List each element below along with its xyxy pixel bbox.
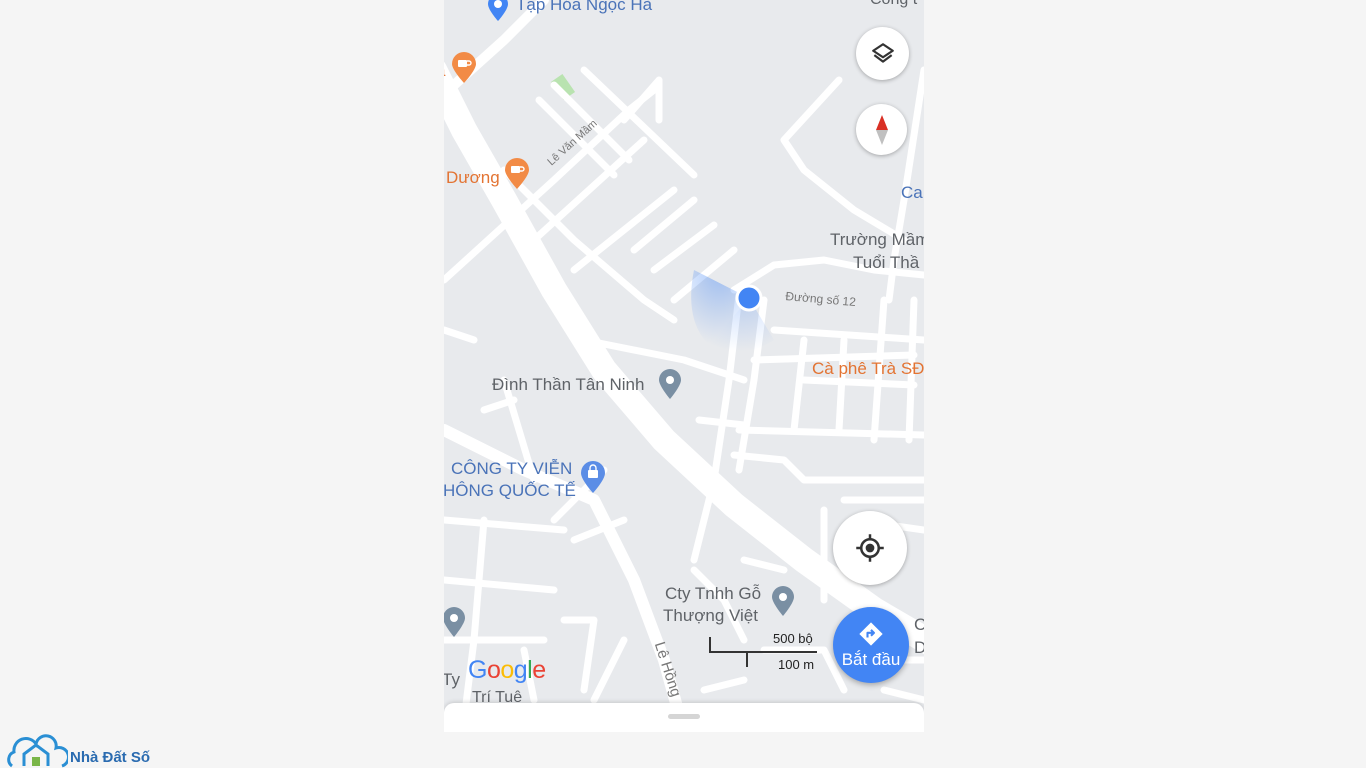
poi-label-cong-ty-vien-1[interactable]: CÔNG TY VIỄN xyxy=(451,460,572,477)
poi-label-orange-left[interactable]: a xyxy=(444,62,445,79)
compass-icon xyxy=(875,114,888,145)
shopping-pin-icon[interactable] xyxy=(580,460,606,494)
poi-label-ca[interactable]: Ca xyxy=(901,184,923,201)
directions-icon xyxy=(859,622,883,646)
poi-label-cty-go-1[interactable]: Cty Tnhh Gỗ xyxy=(665,585,761,602)
poi-label-duong[interactable]: Dương xyxy=(446,169,500,186)
bottom-sheet[interactable] xyxy=(444,703,924,732)
compass-button[interactable] xyxy=(856,104,907,155)
poi-label-ca-phe[interactable]: Cà phê Trà SĐ xyxy=(812,360,924,377)
poi-pin-blue[interactable] xyxy=(486,0,510,22)
current-location-dot xyxy=(735,284,763,312)
sheet-drag-handle[interactable] xyxy=(668,714,700,719)
poi-label-tap-hoa[interactable]: Tạp Hóa Ngọc Hà xyxy=(516,0,652,13)
poi-label-bottom-ty[interactable]: Ty xyxy=(444,671,460,688)
poi-label-right-c[interactable]: C xyxy=(914,616,924,633)
place-pin-icon[interactable] xyxy=(771,585,795,617)
scale-metric: 100 m xyxy=(778,657,815,672)
poi-label-cty-go-2[interactable]: Thượng Việt xyxy=(663,607,758,624)
google-logo: Google xyxy=(468,656,546,685)
house-cloud-logo-icon xyxy=(7,734,68,768)
my-location-icon xyxy=(856,534,884,562)
logo-letter: g xyxy=(513,656,528,684)
logo-letter: G xyxy=(468,656,487,684)
poi-label-truong-mam-1[interactable]: Trường Mầm xyxy=(830,231,924,248)
poi-label-cong-top[interactable]: Công t xyxy=(870,0,917,8)
scale-imperial: 500 bộ xyxy=(773,631,813,646)
brand-name: Nhà Đất Số xyxy=(70,749,150,766)
poi-label-dinh-than[interactable]: Đình Thần Tân Ninh xyxy=(492,376,644,393)
poi-label-right-d[interactable]: D xyxy=(914,639,924,656)
start-button-label: Bắt đầu xyxy=(841,650,901,669)
my-location-button[interactable] xyxy=(833,511,907,585)
brand-text: Nhà Đất Số xyxy=(70,749,151,766)
place-pin-icon[interactable] xyxy=(658,368,682,400)
layers-button[interactable] xyxy=(856,27,909,80)
place-pin-icon[interactable] xyxy=(444,606,466,638)
poi-label-cong-ty-vien-2[interactable]: HÔNG QUỐC TẾ xyxy=(444,482,576,499)
map-view[interactable]: Tạp Hóa Ngọc Hà Công t a Dương Lê Văn Mầ… xyxy=(444,0,924,732)
scale-bar: 500 bộ 100 m xyxy=(709,630,829,676)
start-navigation-button[interactable]: Bắt đầu xyxy=(833,607,909,683)
cafe-pin-icon[interactable] xyxy=(504,158,530,190)
poi-label-truong-mam-2[interactable]: Tuổi Thầ xyxy=(853,254,919,271)
logo-letter: e xyxy=(532,656,546,684)
logo-letter: o xyxy=(486,656,501,684)
layers-icon xyxy=(871,42,894,63)
logo-letter: o xyxy=(500,656,514,684)
cafe-pin-icon[interactable] xyxy=(451,52,477,84)
brand-watermark: Nhà Đất Số xyxy=(4,732,164,768)
